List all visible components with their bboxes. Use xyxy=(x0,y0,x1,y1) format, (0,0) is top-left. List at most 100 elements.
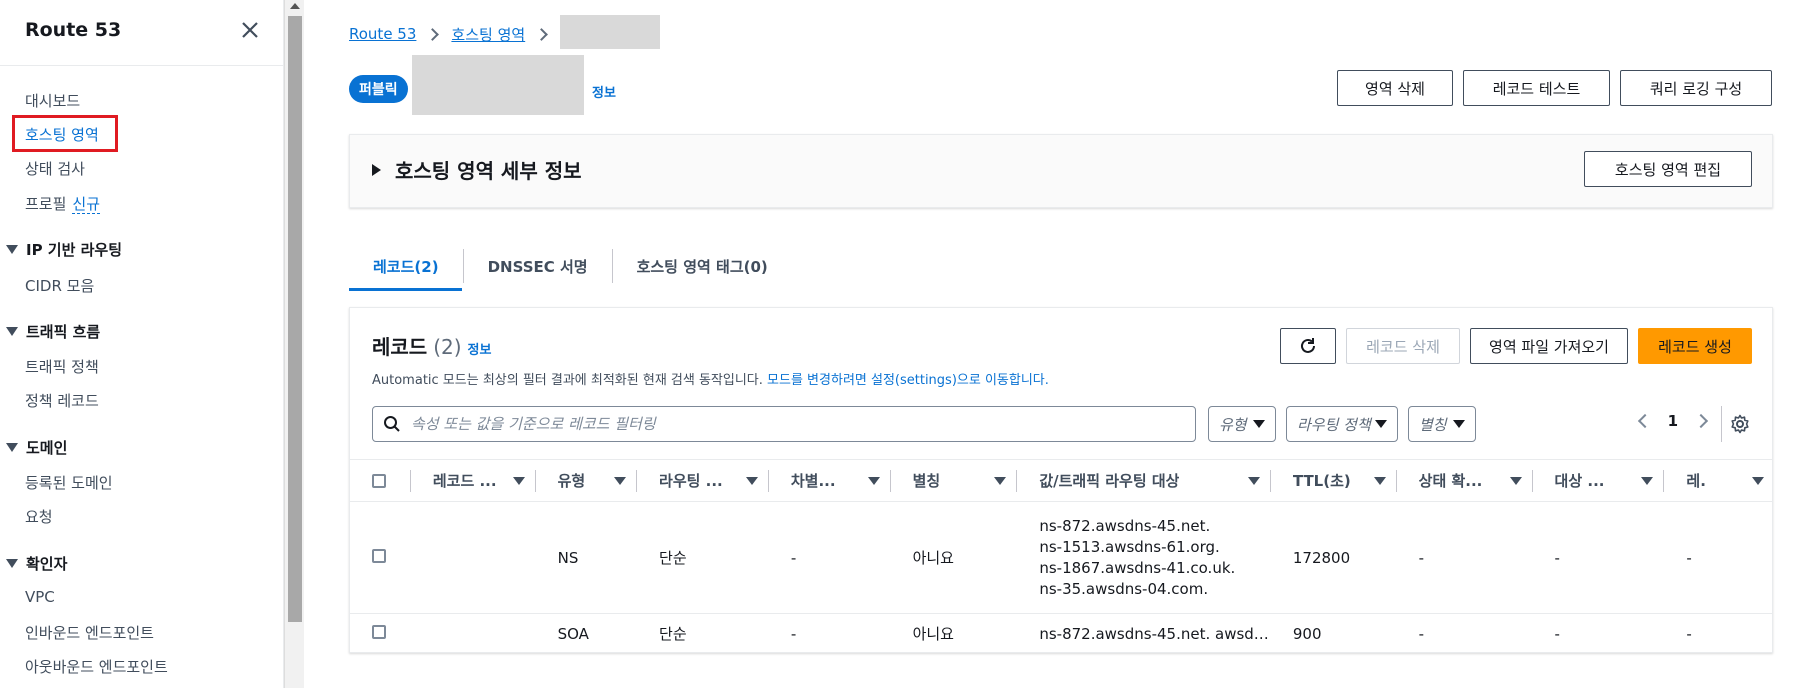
col-health-check[interactable]: 상태 확... xyxy=(1396,459,1533,502)
close-icon[interactable] xyxy=(238,18,262,42)
sidebar-item-dashboard[interactable]: 대시보드 xyxy=(25,90,80,111)
row-checkbox[interactable] xyxy=(372,624,386,639)
sort-icon[interactable] xyxy=(1641,476,1654,485)
zone-info-link[interactable]: 정보 xyxy=(592,82,616,101)
sidebar-item-outbound-endpoints[interactable]: 아웃바운드 엔드포인트 xyxy=(25,656,168,677)
tab-records[interactable]: 레코드(2) xyxy=(349,249,463,283)
cell-target: - xyxy=(1532,501,1665,614)
caret-down-icon xyxy=(1453,420,1465,428)
test-record-button[interactable]: 레코드 테스트 xyxy=(1463,70,1610,106)
table-row[interactable]: SOA 단순 - 아니요 ns-872.awsdns-45.net. awsd…… xyxy=(350,613,1772,652)
col-type[interactable]: 유형 xyxy=(535,459,638,502)
sort-icon[interactable] xyxy=(1247,476,1260,485)
sidebar-item-traffic-policy[interactable]: 트래픽 정책 xyxy=(25,356,99,377)
col-value[interactable]: 값/트래픽 라우팅 대상 xyxy=(1017,459,1271,502)
refresh-button[interactable] xyxy=(1280,328,1336,364)
col-alias[interactable]: 별칭 xyxy=(890,459,1018,502)
sidebar-item-health-checks[interactable]: 상태 검사 xyxy=(25,158,85,179)
sort-icon[interactable] xyxy=(867,476,880,485)
sidebar-group-label: 도메인 xyxy=(26,439,68,457)
routing-select-label: 라우팅 정책 xyxy=(1297,415,1371,434)
new-badge[interactable]: 신규 xyxy=(72,195,101,214)
chevron-right-icon xyxy=(426,27,440,41)
table-row[interactable]: NS 단순 - 아니요 ns-872.awsdns-45.net. ns-151… xyxy=(350,501,1772,614)
sort-icon[interactable] xyxy=(1509,476,1522,485)
cell-last: - xyxy=(1664,501,1772,614)
col-label: 값/트래픽 라우팅 대상 xyxy=(1039,472,1180,490)
sort-icon[interactable] xyxy=(1373,476,1386,485)
sidebar-item-policy-records[interactable]: 정책 레코드 xyxy=(25,390,99,411)
col-label: 레코드 ... xyxy=(432,472,497,490)
sort-icon[interactable] xyxy=(512,476,525,485)
scroll-thumb[interactable] xyxy=(288,16,302,622)
pagination: 1 xyxy=(1637,412,1709,430)
select-all-checkbox[interactable] xyxy=(372,473,386,488)
tab-tags[interactable]: 호스팅 영역 태그(0) xyxy=(611,249,792,283)
settings-link[interactable]: 모드를 변경하려면 설정(settings)으로 이동합니다. xyxy=(767,373,1049,388)
previous-page-icon[interactable] xyxy=(1637,413,1652,429)
caret-down-icon xyxy=(6,327,18,336)
query-logging-button[interactable]: 쿼리 로깅 구성 xyxy=(1620,70,1772,106)
sidebar-group-domains[interactable]: 도메인 xyxy=(6,437,67,458)
next-page-icon[interactable] xyxy=(1693,413,1709,429)
col-label: TTL(초) xyxy=(1292,472,1351,490)
edit-hosted-zone-button[interactable]: 호스팅 영역 편집 xyxy=(1584,151,1752,187)
sort-icon[interactable] xyxy=(994,476,1007,485)
col-label: 상태 확... xyxy=(1418,472,1483,490)
sidebar-group-traffic-flow[interactable]: 트래픽 흐름 xyxy=(6,321,100,342)
record-filter-input[interactable] xyxy=(411,415,1171,433)
tab-dnssec[interactable]: DNSSEC 서명 xyxy=(462,249,612,283)
routing-policy-select[interactable]: 라우팅 정책 xyxy=(1286,406,1398,442)
delete-record-button[interactable]: 레코드 삭제 xyxy=(1346,328,1460,364)
caret-down-icon xyxy=(1375,420,1387,428)
caret-right-icon xyxy=(372,163,381,176)
col-record-name[interactable]: 레코드 ... xyxy=(410,459,536,502)
cell-differentiator: - xyxy=(768,501,891,614)
col-target[interactable]: 대상 ... xyxy=(1532,459,1665,502)
col-ttl[interactable]: TTL(초) xyxy=(1270,459,1397,502)
records-count: (2) xyxy=(433,335,462,359)
breadcrumb-route53[interactable]: Route 53 xyxy=(349,25,416,43)
divider xyxy=(1721,406,1722,442)
col-differentiator[interactable]: 차별... xyxy=(768,459,891,502)
row-checkbox[interactable] xyxy=(372,548,386,563)
sidebar-item-hosted-zones[interactable]: 호스팅 영역 xyxy=(25,124,99,145)
current-page[interactable]: 1 xyxy=(1668,412,1678,430)
sidebar-item-profiles[interactable]: 프로필 신규 xyxy=(25,193,101,214)
sidebar-title: Route 53 xyxy=(25,19,122,41)
sidebar-item-registered-domains[interactable]: 등록된 도메인 xyxy=(25,472,113,493)
col-last[interactable]: 레. xyxy=(1664,459,1772,502)
sidebar-item-vpc[interactable]: VPC xyxy=(25,588,55,606)
breadcrumb-hosted-zones[interactable]: 호스팅 영역 xyxy=(451,24,525,45)
sort-icon[interactable] xyxy=(614,476,627,485)
details-expand-toggle[interactable]: 호스팅 영역 세부 정보 xyxy=(372,155,582,184)
col-label: 유형 xyxy=(557,472,586,490)
scroll-up-icon[interactable] xyxy=(290,3,300,9)
caret-down-icon xyxy=(6,443,18,452)
create-record-button[interactable]: 레코드 생성 xyxy=(1638,328,1752,364)
zone-actions: 영역 삭제 레코드 테스트 쿼리 로깅 구성 xyxy=(1337,70,1772,106)
import-zone-file-button[interactable]: 영역 파일 가져오기 xyxy=(1470,328,1628,364)
gear-icon[interactable] xyxy=(1730,414,1750,434)
hosted-zone-details-panel: 호스팅 영역 세부 정보 호스팅 영역 편집 xyxy=(349,134,1773,208)
col-routing[interactable]: 라우팅 ... xyxy=(637,459,769,502)
value-line: ns-1867.awsdns-41.co.uk. xyxy=(1039,558,1236,577)
sidebar-scrollbar[interactable] xyxy=(284,0,304,688)
sidebar-group-ip-routing[interactable]: IP 기반 라우팅 xyxy=(6,239,122,260)
records-info-link[interactable]: 정보 xyxy=(468,339,492,358)
sort-icon[interactable] xyxy=(745,476,758,485)
record-filter[interactable] xyxy=(372,406,1196,442)
type-select[interactable]: 유형 xyxy=(1208,406,1276,442)
tab-list: 레코드(2) DNSSEC 서명 호스팅 영역 태그(0) xyxy=(349,240,792,292)
cell-value: ns-872.awsdns-45.net. awsd… xyxy=(1017,613,1271,652)
sidebar-item-cidr[interactable]: CIDR 모음 xyxy=(25,275,94,296)
sidebar-group-label: 확인자 xyxy=(26,555,68,573)
records-header: 레코드 (2) 정보 xyxy=(372,331,491,360)
sidebar-group-resolver[interactable]: 확인자 xyxy=(6,553,67,574)
sidebar-item-inbound-endpoints[interactable]: 인바운드 엔드포인트 xyxy=(25,622,154,643)
alias-select[interactable]: 별칭 xyxy=(1408,406,1476,442)
delete-zone-button[interactable]: 영역 삭제 xyxy=(1337,70,1453,106)
sort-icon[interactable] xyxy=(1752,476,1764,485)
sidebar-group-label: 트래픽 흐름 xyxy=(26,323,101,341)
sidebar-item-requests[interactable]: 요청 xyxy=(25,506,53,527)
